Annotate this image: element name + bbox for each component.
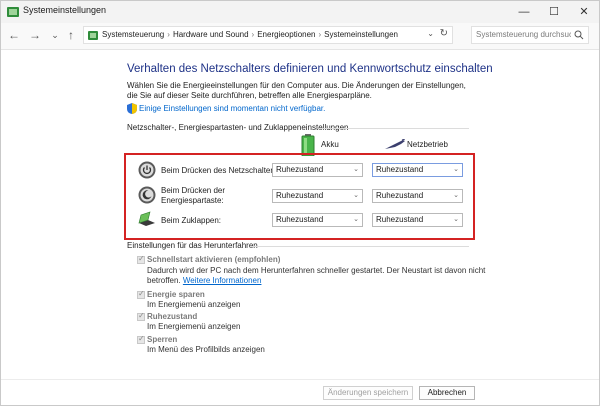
lid-close-battery-select[interactable]: Ruhezustand ⌄: [272, 213, 363, 227]
power-plug-icon: [385, 139, 405, 149]
lock-checkbox[interactable]: ✓: [137, 334, 145, 344]
sleep-option-description: Im Energiemenü anzeigen: [147, 300, 241, 309]
fast-startup-description: Dadurch wird der PC nach dem Herunterfah…: [147, 266, 487, 286]
breadcrumb-separator: ›: [251, 30, 255, 39]
fast-startup-checkbox[interactable]: ✓: [137, 254, 145, 264]
column-header-ac: Netzbetrieb: [407, 140, 448, 149]
lock-option-description: Im Menü des Profilbilds anzeigen: [147, 345, 265, 354]
column-header-battery: Akku: [321, 140, 339, 149]
section-heading-buttons: Netzschalter-, Energiespartasten- und Zu…: [127, 123, 349, 132]
minimize-button[interactable]: —: [509, 1, 539, 23]
control-panel-app-icon: [7, 7, 19, 17]
uac-shield-icon: [127, 103, 137, 114]
fast-startup-label: Schnellstart aktivieren (empfohlen): [147, 255, 281, 264]
breadcrumb-item[interactable]: Systemsteuerung: [102, 30, 164, 39]
power-button-ac-select[interactable]: Ruhezustand ⌄: [372, 163, 463, 177]
sleep-button-ac-select[interactable]: Ruhezustand ⌄: [372, 189, 463, 203]
chevron-down-icon: ⌄: [353, 166, 359, 173]
breadcrumb-item[interactable]: Energieoptionen: [257, 30, 315, 39]
sleep-checkbox[interactable]: ✓: [137, 289, 145, 299]
select-value: Ruhezustand: [276, 165, 324, 174]
section-divider: [251, 246, 469, 247]
hibernate-checkbox[interactable]: ✓: [137, 311, 145, 321]
address-dropdown-icon[interactable]: ⌄: [427, 29, 434, 38]
page-title: Verhalten des Netzschalters definieren u…: [127, 63, 493, 75]
recent-locations-dropdown[interactable]: ⌄: [47, 27, 63, 43]
page-description: Wählen Sie die Energieeinstellungen für …: [127, 81, 466, 100]
sleep-button-icon: [138, 186, 156, 204]
lid-close-ac-select[interactable]: Ruhezustand ⌄: [372, 213, 463, 227]
checkmark-icon: ✓: [138, 254, 145, 263]
breadcrumb-item[interactable]: Systemeinstellungen: [324, 30, 398, 39]
search-input[interactable]: [476, 30, 571, 39]
lock-option-label: Sperren: [147, 335, 178, 344]
select-value: Ruhezustand: [376, 165, 424, 174]
select-value: Ruhezustand: [376, 215, 424, 224]
power-button-battery-select[interactable]: Ruhezustand ⌄: [272, 163, 363, 177]
back-button[interactable]: ←: [6, 27, 22, 43]
hibernate-option-label: Ruhezustand: [147, 312, 198, 321]
navigation-bar: ← → ⌄ ↑ Systemsteuerung › Hardware und Sou…: [1, 23, 599, 50]
up-button[interactable]: ↑: [63, 27, 79, 43]
change-unavailable-settings-link[interactable]: Einige Einstellungen sind momentan nicht…: [139, 104, 325, 113]
save-changes-button[interactable]: Änderungen speichern: [323, 386, 413, 400]
search-icon: [574, 30, 584, 40]
address-bar[interactable]: Systemsteuerung › Hardware und Sound › Energ…: [83, 26, 453, 44]
footer-divider: [1, 379, 599, 380]
chevron-down-icon: ⌄: [453, 192, 459, 199]
sleep-option-label: Energie sparen: [147, 290, 205, 299]
forward-button[interactable]: →: [27, 27, 43, 43]
section-divider: [319, 128, 469, 129]
select-value: Ruhezustand: [276, 191, 324, 200]
window-title: Systemeinstellungen: [23, 5, 107, 15]
row-label-lid-close: Beim Zuklappen:: [161, 216, 222, 225]
checkmark-icon: ✓: [138, 311, 145, 320]
close-button[interactable]: ✕: [569, 1, 599, 23]
title-bar: Systemeinstellungen — ☐ ✕: [1, 1, 599, 23]
settings-window: Systemeinstellungen — ☐ ✕ ← → ⌄ ↑ System…: [0, 0, 600, 406]
checkmark-icon: ✓: [138, 289, 145, 298]
sleep-button-battery-select[interactable]: Ruhezustand ⌄: [272, 189, 363, 203]
section-heading-shutdown: Einstellungen für das Herunterfahren: [127, 241, 258, 250]
cancel-button[interactable]: Abbrechen: [419, 386, 475, 400]
row-label-sleep-button: Beim Drücken der Energiespartaste:: [161, 186, 226, 205]
control-panel-icon: [88, 31, 98, 40]
chevron-down-icon: ⌄: [353, 192, 359, 199]
laptop-lid-icon: [138, 211, 155, 226]
refresh-icon[interactable]: ↻: [440, 28, 448, 39]
chevron-down-icon: ⌄: [353, 216, 359, 223]
checkmark-icon: ✓: [138, 334, 145, 343]
chevron-down-icon: ⌄: [453, 216, 459, 223]
select-value: Ruhezustand: [376, 191, 424, 200]
select-value: Ruhezustand: [276, 215, 324, 224]
chevron-down-icon: ⌄: [453, 166, 459, 173]
search-box[interactable]: [471, 26, 589, 44]
breadcrumb-item[interactable]: Hardware und Sound: [173, 30, 249, 39]
maximize-button[interactable]: ☐: [539, 1, 569, 23]
more-info-link[interactable]: Weitere Informationen: [183, 276, 262, 285]
hibernate-option-description: Im Energiemenü anzeigen: [147, 322, 241, 331]
power-button-icon: [138, 161, 156, 179]
breadcrumb-separator: ›: [318, 30, 322, 39]
row-label-power-button: Beim Drücken des Netzschalters:: [161, 166, 280, 175]
breadcrumb-separator: ›: [167, 30, 170, 39]
breadcrumb: Systemsteuerung › Hardware und Sound › Energ…: [102, 30, 398, 39]
